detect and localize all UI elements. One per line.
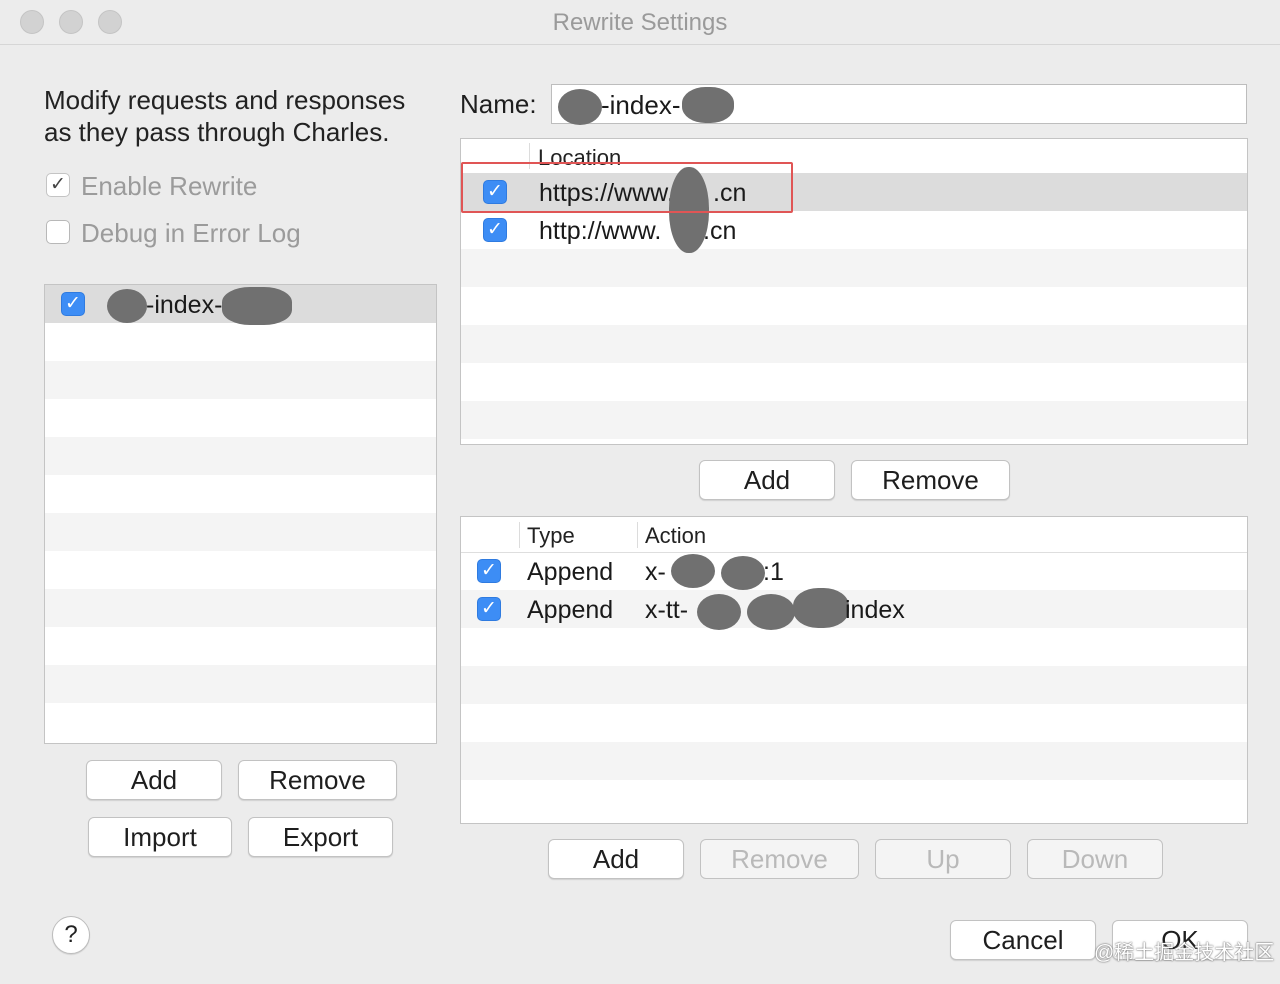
rule-type: Append <box>527 558 614 586</box>
set-name: -index- <box>146 291 223 319</box>
rule-enabled-checkbox[interactable]: ✓ <box>477 597 501 621</box>
rule-enabled-checkbox[interactable]: ✓ <box>477 559 501 583</box>
rule-down-button[interactable]: Down <box>1027 839 1163 879</box>
redaction-blob <box>558 89 602 125</box>
type-column-header[interactable]: Type <box>527 523 575 549</box>
set-enabled-checkbox[interactable]: ✓ <box>61 292 85 316</box>
highlight-annotation <box>461 162 793 213</box>
rules-header: Type Action <box>461 517 1247 553</box>
import-button[interactable]: Import <box>88 817 232 857</box>
export-button[interactable]: Export <box>248 817 393 857</box>
rule-type: Append <box>527 596 614 624</box>
description: Modify requests and responses as they pa… <box>44 84 444 148</box>
redaction-blob <box>107 289 147 323</box>
location-remove-button[interactable]: Remove <box>851 460 1010 500</box>
watermark: @稀土掘金技术社区 <box>1094 942 1275 964</box>
location-add-button[interactable]: Add <box>699 460 835 500</box>
list-item[interactable]: ✓ -index- <box>45 285 436 325</box>
debug-error-log-label: Debug in Error Log <box>81 218 301 248</box>
window-title: Rewrite Settings <box>552 9 728 36</box>
redaction-blob <box>721 556 765 590</box>
description-line-1: Modify requests and responses <box>44 85 406 115</box>
redaction-blob <box>671 554 715 588</box>
location-prefix: http://www. <box>539 217 662 245</box>
cancel-button[interactable]: Cancel <box>950 920 1096 960</box>
rules-table[interactable]: Type Action ✓ Append x- :1 ✓ Append x-tt… <box>460 516 1248 824</box>
rule-action-suffix: index <box>845 596 905 624</box>
enable-rewrite-label: Enable Rewrite <box>81 171 258 201</box>
sets-remove-button[interactable]: Remove <box>238 760 397 800</box>
table-row[interactable]: ✓ Append x-tt- index <box>461 588 1247 630</box>
table-row[interactable]: ✓ Append x- :1 <box>461 552 1247 590</box>
redaction-blob <box>793 588 849 628</box>
help-button[interactable]: ? <box>52 916 90 954</box>
redaction-blob <box>747 594 795 630</box>
rule-action-suffix: :1 <box>763 558 784 586</box>
redaction-blob <box>682 87 734 123</box>
rule-action-prefix: x-tt- <box>645 596 689 624</box>
sets-add-button[interactable]: Add <box>86 760 222 800</box>
name-input-value: -index- <box>601 90 681 120</box>
name-label: Name: <box>460 89 537 119</box>
redaction-blob <box>697 594 741 630</box>
rule-action-prefix: x- <box>645 558 666 586</box>
name-input[interactable]: -index- <box>551 84 1247 125</box>
table-row[interactable]: ✓ http://www. .cn <box>461 211 1247 249</box>
rule-add-button[interactable]: Add <box>548 839 684 879</box>
location-enabled-checkbox[interactable]: ✓ <box>483 218 507 242</box>
rule-up-button[interactable]: Up <box>875 839 1011 879</box>
rewrite-sets-list[interactable]: ✓ -index- <box>44 284 437 744</box>
action-column-header[interactable]: Action <box>645 523 706 549</box>
enable-rewrite-checkbox[interactable]: ✓ <box>46 173 70 197</box>
debug-error-log-checkbox[interactable] <box>46 220 70 244</box>
redaction-blob <box>222 287 292 325</box>
description-line-2: as they pass through Charles. <box>44 117 390 147</box>
rule-remove-button[interactable]: Remove <box>700 839 859 879</box>
